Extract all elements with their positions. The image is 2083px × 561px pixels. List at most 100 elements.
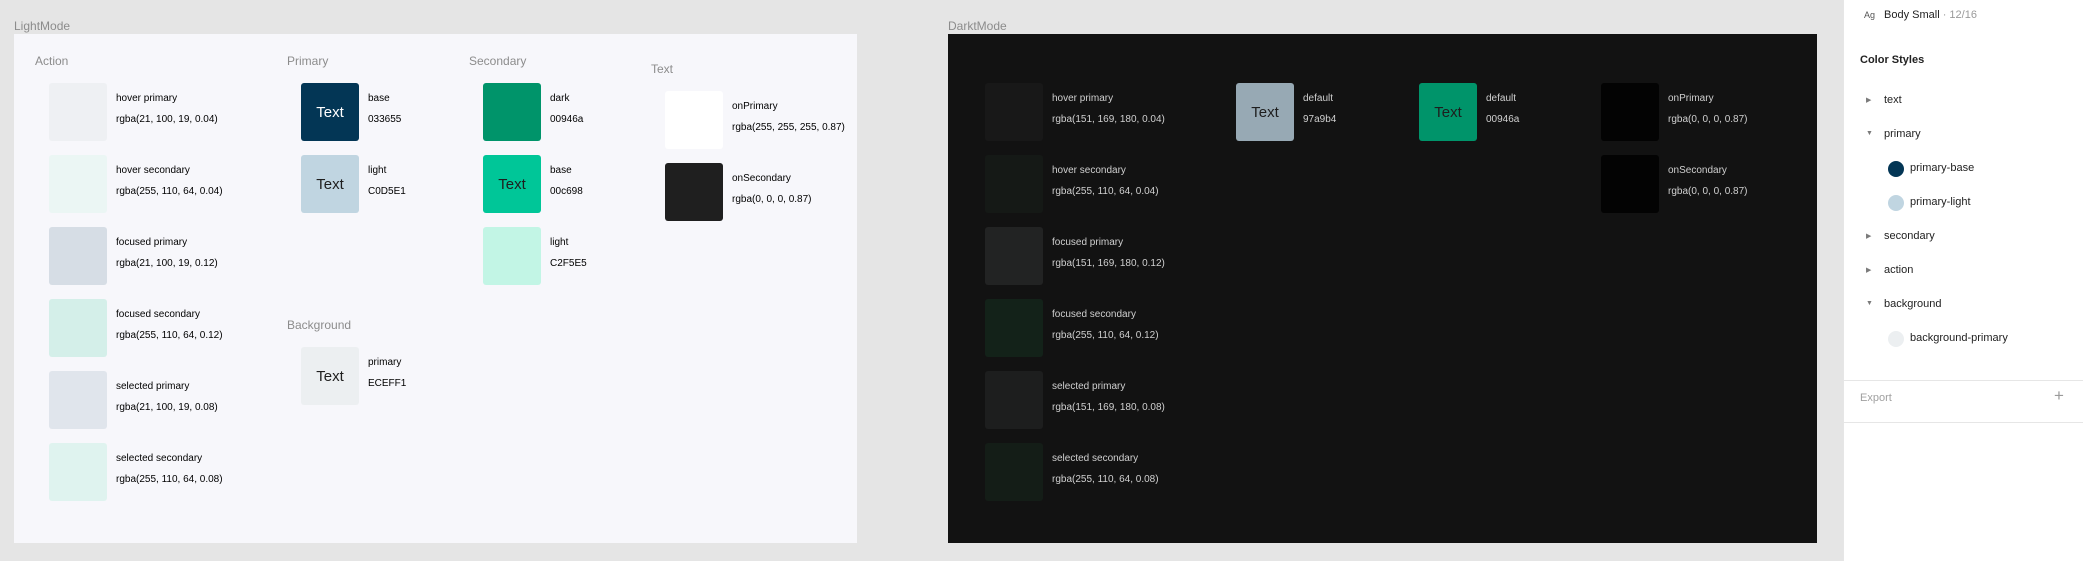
light-action-swatch[interactable]: [49, 443, 107, 501]
swatch-name: hover secondary: [1052, 165, 1126, 176]
swatch-value: rgba(255, 255, 255, 0.87): [732, 122, 845, 133]
swatch-value: rgba(255, 110, 64, 0.04): [1052, 186, 1159, 197]
swatch-value: rgba(0, 0, 0, 0.87): [732, 194, 812, 205]
color-style-item[interactable]: background-primary: [1910, 332, 2008, 344]
light-action-swatch[interactable]: [49, 299, 107, 357]
color-style-dot: [1888, 331, 1904, 347]
color-style-group[interactable]: text: [1884, 94, 1902, 106]
color-style-dot: [1888, 195, 1904, 211]
plus-icon[interactable]: +: [2054, 386, 2064, 406]
dark-text-swatch[interactable]: [1601, 155, 1659, 213]
dark-action-swatch[interactable]: [985, 227, 1043, 285]
swatch-name: hover secondary: [116, 165, 190, 176]
swatch-name: focused primary: [116, 237, 188, 248]
color-style-group[interactable]: background: [1884, 298, 1942, 310]
light-secondary-swatch[interactable]: [483, 227, 541, 285]
text-style-item[interactable]: Body Small · 12/16: [1884, 9, 1977, 21]
swatch-name: focused secondary: [1052, 309, 1136, 320]
swatch-value: rgba(0, 0, 0, 0.87): [1668, 186, 1748, 197]
swatch-value: ECEFF1: [368, 378, 407, 389]
light-action-swatch[interactable]: [49, 155, 107, 213]
frame-label-darkmode[interactable]: DarktMode: [948, 19, 1007, 33]
section-title-background: Background: [287, 318, 352, 332]
color-style-item[interactable]: primary-base: [1910, 162, 1974, 174]
swatch-value: rgba(255, 110, 64, 0.12): [1052, 330, 1159, 341]
swatch-value: rgba(255, 110, 64, 0.04): [116, 186, 223, 197]
swatch-name: focused secondary: [116, 309, 200, 320]
color-style-group[interactable]: action: [1884, 264, 1913, 276]
section-title-primary: Primary: [287, 54, 329, 68]
swatch-value: rgba(151, 169, 180, 0.04): [1052, 114, 1165, 125]
swatch-name: selected primary: [1052, 381, 1126, 392]
swatch-value: rgba(21, 100, 19, 0.08): [116, 402, 218, 413]
color-styles-title: Color Styles: [1860, 54, 1925, 66]
swatch-value: C2F5E5: [550, 258, 587, 269]
swatch-value: rgba(151, 169, 180, 0.12): [1052, 258, 1165, 269]
light-text-swatch[interactable]: [665, 91, 723, 149]
light-secondary-swatch[interactable]: [483, 83, 541, 141]
caret-down-icon[interactable]: ▼: [1866, 300, 1873, 307]
dark-secondary-swatch[interactable]: Text: [1419, 83, 1477, 141]
swatch-value: rgba(21, 100, 19, 0.04): [116, 114, 218, 125]
panel-divider: [1844, 380, 2083, 381]
swatch-name: onSecondary: [732, 173, 791, 184]
swatch-name: selected primary: [116, 381, 190, 392]
color-style-dot: [1888, 161, 1904, 177]
swatch-value: rgba(151, 169, 180, 0.08): [1052, 402, 1165, 413]
dark-action-swatch[interactable]: [985, 155, 1043, 213]
light-action-swatch[interactable]: [49, 371, 107, 429]
swatch-name: selected secondary: [1052, 453, 1139, 464]
text-style-name: Body Small: [1884, 9, 1940, 21]
darkmode-frame[interactable]: hover primary rgba(151, 169, 180, 0.04) ho…: [948, 34, 1817, 543]
swatch-value: C0D5E1: [368, 186, 406, 197]
dark-action-swatch[interactable]: [985, 371, 1043, 429]
text-style-icon: Ag: [1864, 10, 1876, 20]
caret-right-icon[interactable]: ▶: [1866, 266, 1871, 274]
dark-primary-swatch[interactable]: Text: [1236, 83, 1294, 141]
light-primary-swatch[interactable]: Text: [301, 83, 359, 141]
swatch-name: base: [550, 165, 572, 176]
lightmode-frame[interactable]: Action Primary Secondary Text Background…: [14, 34, 857, 543]
light-primary-swatch[interactable]: Text: [301, 155, 359, 213]
light-action-swatch[interactable]: [49, 83, 107, 141]
swatch-name: light: [368, 165, 387, 176]
swatch-name: onPrimary: [1668, 93, 1714, 104]
swatch-value: 00946a: [1486, 114, 1520, 125]
light-background-swatch[interactable]: Text: [301, 347, 359, 405]
swatch-value: rgba(21, 100, 19, 0.12): [116, 258, 218, 269]
swatch-value: rgba(255, 110, 64, 0.08): [116, 474, 223, 485]
section-title-action: Action: [35, 54, 69, 68]
dark-action-swatch[interactable]: [985, 299, 1043, 357]
swatch-name: light: [550, 237, 569, 248]
swatch-name: hover primary: [1052, 93, 1114, 104]
swatch-value: 97a9b4: [1303, 114, 1337, 125]
swatch-name: default: [1303, 93, 1334, 104]
frame-label-lightmode[interactable]: LightMode: [14, 19, 70, 33]
dark-action-swatch[interactable]: [985, 443, 1043, 501]
text-style-size: · 12/16: [1939, 9, 1977, 21]
caret-right-icon[interactable]: ▶: [1866, 232, 1871, 240]
swatch-name: onSecondary: [1668, 165, 1727, 176]
export-title: Export: [1860, 392, 1892, 404]
light-action-swatch[interactable]: [49, 227, 107, 285]
light-secondary-swatch[interactable]: Text: [483, 155, 541, 213]
swatch-name: dark: [550, 93, 570, 104]
color-style-group[interactable]: secondary: [1884, 230, 1935, 242]
swatch-name: onPrimary: [732, 101, 778, 112]
light-text-swatch[interactable]: [665, 163, 723, 221]
swatch-name: primary: [368, 357, 402, 368]
swatch-name: focused primary: [1052, 237, 1124, 248]
color-style-item[interactable]: primary-light: [1910, 196, 1971, 208]
section-title-secondary: Secondary: [469, 54, 527, 68]
caret-right-icon[interactable]: ▶: [1866, 96, 1871, 104]
caret-down-icon[interactable]: ▼: [1866, 130, 1873, 137]
swatch-value: rgba(0, 0, 0, 0.87): [1668, 114, 1748, 125]
dark-action-swatch[interactable]: [985, 83, 1043, 141]
section-title-text: Text: [651, 62, 674, 76]
swatch-value: 033655: [368, 114, 402, 125]
swatch-value: rgba(255, 110, 64, 0.12): [116, 330, 223, 341]
swatch-value: rgba(255, 110, 64, 0.08): [1052, 474, 1159, 485]
panel-divider-bottom: [1844, 422, 2083, 423]
dark-text-swatch[interactable]: [1601, 83, 1659, 141]
color-style-group[interactable]: primary: [1884, 128, 1921, 140]
